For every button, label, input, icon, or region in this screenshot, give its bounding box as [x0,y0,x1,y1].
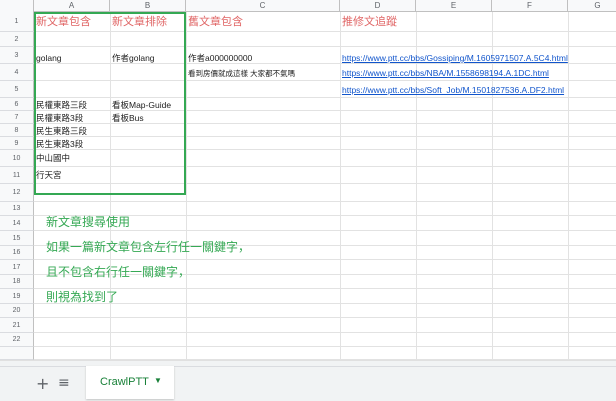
cell-a8[interactable]: 民生東路三段 [34,125,87,138]
column-header-bar: A B C D E F G [0,0,616,12]
spreadsheet-grid[interactable]: A B C D E F G 1 2 3 4 5 6 7 8 9 10 11 12… [0,0,616,366]
cell-d4-link[interactable]: https://www.ptt.cc/bbs/NBA/M.1558698194.… [340,67,549,80]
note-line-2: 如果一篇新文章包含左行任一關鍵字， [46,240,251,254]
cell-c3[interactable]: 作者a000000000 [186,52,252,65]
row-header-5[interactable]: 5 [0,81,34,98]
row-header-19[interactable]: 19 [0,289,34,304]
row-header-14[interactable]: 14 [0,216,34,231]
cell-b1[interactable]: 新文章排除 [110,14,167,28]
row-header-11[interactable]: 11 [0,167,34,184]
cell-b3[interactable]: 作者golang [110,52,155,65]
row-header-21[interactable]: 21 [0,318,34,333]
row-header-18[interactable]: 18 [0,275,34,289]
row-header-4[interactable]: 4 [0,64,34,81]
row-header-2[interactable]: 2 [0,32,34,47]
add-sheet-icon[interactable]: + [36,374,49,393]
column-header-f[interactable]: F [492,0,568,12]
row-header-17[interactable]: 17 [0,260,34,275]
cell-d3-link[interactable]: https://www.ptt.cc/bbs/Gossiping/M.16059… [340,52,568,65]
row-header-16[interactable]: 16 [0,246,34,260]
cell-a10[interactable]: 中山國中 [34,152,70,165]
cell-c4[interactable]: 看到房價就成這樣 大家都不氣嗎 [186,67,295,80]
chevron-down-icon[interactable]: ▼ [154,376,162,385]
cell-d1[interactable]: 推修文追蹤 [340,14,397,28]
row-header-15[interactable]: 15 [0,231,34,246]
column-header-e[interactable]: E [416,0,492,12]
note-line-1: 新文章搜尋使用 [46,215,131,229]
column-header-b[interactable]: B [110,0,186,12]
row-header-6[interactable]: 6 [0,98,34,111]
note-line-4: 則視為找到了 [46,290,119,304]
row-header-1[interactable]: 1 [0,12,34,32]
sheet-tab-label: CrawlPTT [100,376,149,388]
row-header-9[interactable]: 9 [0,137,34,150]
cell-a6[interactable]: 民權東路三段 [34,99,87,112]
row-header-12[interactable]: 12 [0,184,34,202]
cell-b7[interactable]: 看板Bus [110,112,144,125]
note-line-3: 且不包含右行任一關鍵字， [46,265,191,279]
cell-a11[interactable]: 行天宮 [34,169,62,182]
all-sheets-menu-icon[interactable]: ≡ [58,375,70,391]
row-header-13[interactable]: 13 [0,202,34,216]
column-header-d[interactable]: D [340,0,416,12]
row-header-20[interactable]: 20 [0,304,34,318]
select-all-corner[interactable] [0,0,34,12]
row-header-23[interactable] [0,347,34,360]
column-header-c[interactable]: C [186,0,340,12]
column-header-g[interactable]: G [568,0,616,12]
cell-a7[interactable]: 民權東路3段 [34,112,83,125]
row-header-7[interactable]: 7 [0,111,34,124]
cell-a1[interactable]: 新文章包含 [34,14,91,28]
row-header-3[interactable]: 3 [0,47,34,64]
cell-a3[interactable]: golang [34,52,62,65]
sheet-tab-crawlptt[interactable]: CrawlPTT ▼ [86,366,174,399]
cell-a9[interactable]: 民生東路3段 [34,138,83,151]
row-header-8[interactable]: 8 [0,124,34,137]
cell-c1[interactable]: 舊文章包含 [186,14,243,28]
column-header-a[interactable]: A [34,0,110,12]
row-header-22[interactable]: 22 [0,333,34,347]
row-header-10[interactable]: 10 [0,150,34,167]
cell-d5-link[interactable]: https://www.ptt.cc/bbs/Soft_Job/M.150182… [340,84,564,97]
cell-b6[interactable]: 看板Map-Guide [110,99,171,112]
